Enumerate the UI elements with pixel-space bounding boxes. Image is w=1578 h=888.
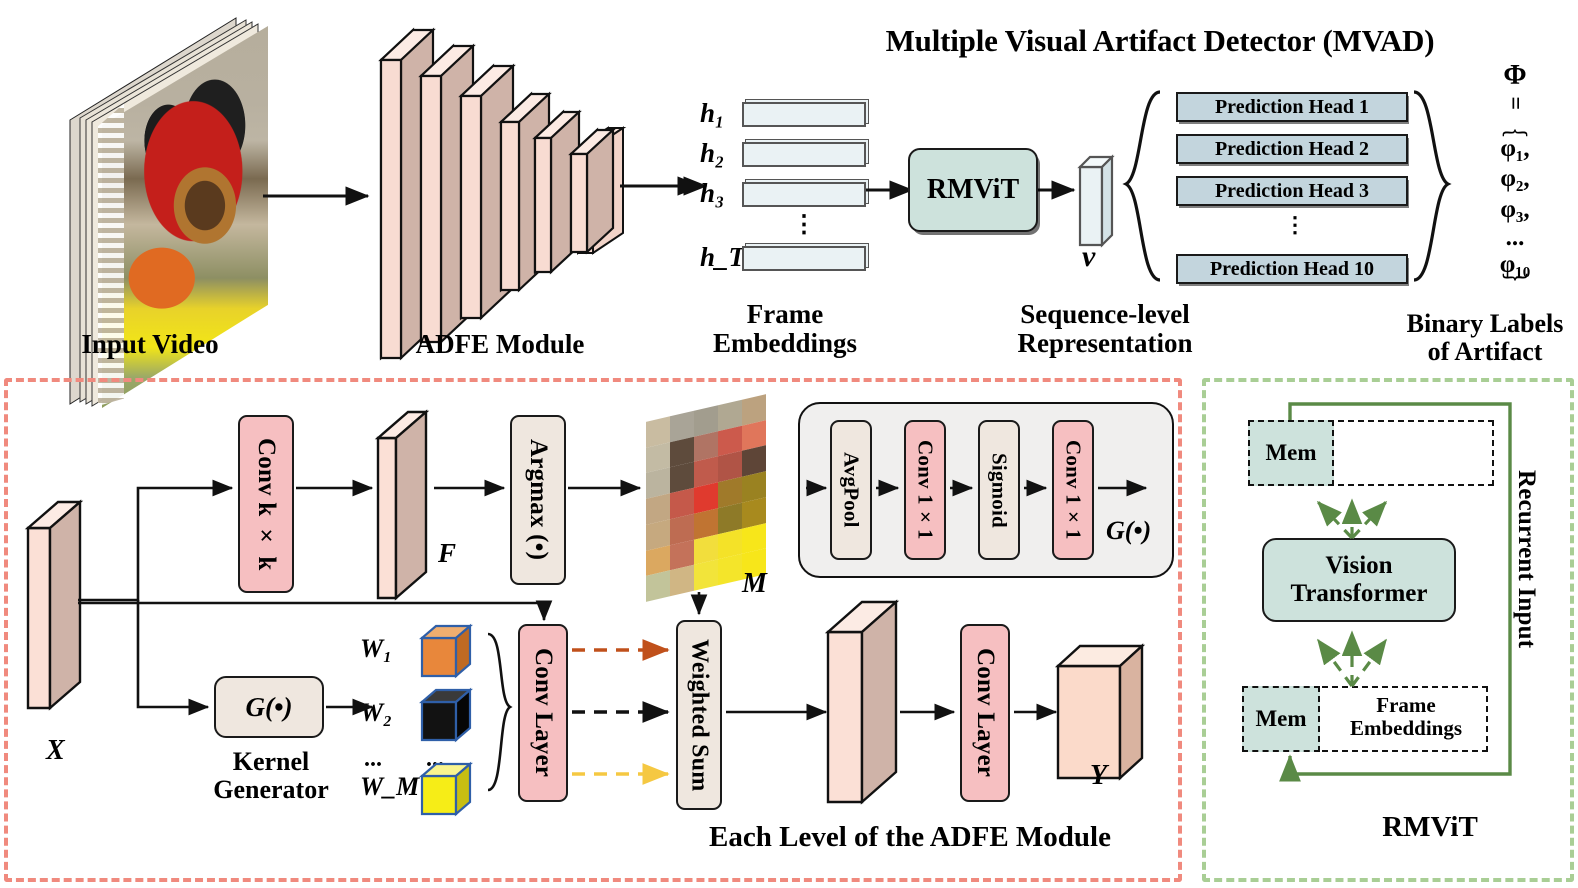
page-title: Multiple Visual Artifact Detector (MVAD)	[885, 23, 1435, 58]
embedding-bar-3	[742, 182, 866, 207]
embedding-bar-T	[742, 246, 866, 271]
embedding-label-h2: h₂	[700, 138, 725, 168]
embedding-bar-1	[742, 102, 866, 127]
prediction-heads-ellipsis: ⋮	[1284, 212, 1306, 237]
g-stage-conv1x1-b[interactable]: Conv 1×1	[1052, 420, 1094, 560]
prediction-head-1-label: Prediction Head 1	[1214, 95, 1370, 118]
conv-kxk-label: Conv k × k	[253, 437, 280, 571]
equals-symbol: =	[1502, 96, 1529, 111]
embedding-label-h3: h₃	[700, 178, 725, 208]
g-stage-avgpool-label: AvgPool	[839, 452, 864, 528]
frame-embeddings-group: h₁ h₂ h₃ ⋮ h_T	[700, 92, 870, 292]
adfe-midfeature-slab	[820, 590, 950, 820]
mask-cell	[694, 559, 718, 591]
recurrent-input-text: Recurrent Input	[1513, 470, 1540, 649]
embedding-bar-2	[742, 142, 866, 167]
g-stage-conv1x1-b-label: Conv 1×1	[1061, 440, 1086, 540]
rmvit-box-label: RMViT	[926, 174, 1020, 205]
adfe-output-cube	[1050, 640, 1170, 810]
g-stage-conv1x1-a-label: Conv 1×1	[913, 440, 938, 540]
binary-labels-group: Φ = ︷ φ₁, φ₂, φ₃, ... φ₁₀ ︸	[1460, 62, 1570, 302]
rmvit-box[interactable]: RMViT	[908, 148, 1038, 232]
conv-layer-1-label: Conv Layer	[530, 648, 557, 778]
adfe-module-label: ADFE Module	[415, 329, 585, 359]
argmax-label: Argmax (•)	[525, 439, 552, 561]
g-stage-sigmoid-label: Sigmoid	[987, 452, 1012, 528]
prediction-head-3-label: Prediction Head 3	[1214, 179, 1370, 202]
vision-transformer-box[interactable]: Vision Transformer	[1262, 538, 1456, 622]
adfe-panel-caption: Each Level of the ADFE Module	[709, 821, 1111, 853]
weight-label-w1: W₁	[360, 634, 393, 663]
g-stage-avgpool[interactable]: AvgPool	[830, 420, 872, 560]
conv-layer-box-2[interactable]: Conv Layer	[960, 624, 1010, 802]
rmvit-mem-top-box: Mem	[1248, 420, 1334, 486]
prediction-head-3[interactable]: Prediction Head 3	[1176, 176, 1408, 206]
vision-transformer-label: Vision Transformer	[1290, 552, 1428, 607]
input-video-label: Input Video	[81, 329, 219, 359]
weight-label-wm: W_M	[360, 772, 420, 801]
phi-ellipsis: ...	[1505, 224, 1525, 252]
conv-kxk-box[interactable]: Conv k × k	[238, 415, 294, 593]
prediction-head-2-label: Prediction Head 2	[1214, 137, 1370, 160]
prediction-head-10-label: Prediction Head 10	[1209, 257, 1375, 280]
weight-ellipsis-label: ...	[364, 746, 382, 772]
kernel-generator-g-label: G(•)	[245, 691, 293, 722]
weight-label-w2: W₂	[360, 698, 393, 727]
mask-cell	[670, 565, 694, 597]
adfe-feature-label: F	[438, 538, 457, 568]
prediction-head-2[interactable]: Prediction Head 2	[1176, 134, 1408, 164]
prediction-head-1[interactable]: Prediction Head 1	[1176, 92, 1408, 122]
conv-layer-box-1[interactable]: Conv Layer	[518, 624, 568, 802]
weight-cubes-group: W₁ W₂ ... ... W_M	[360, 620, 520, 817]
g-function-module: AvgPool Conv 1×1 Sigmoid Conv 1×1 G(•)	[798, 402, 1174, 578]
prediction-heads-group: Prediction Head 1 Prediction Head 2 Pred…	[1176, 92, 1408, 286]
sequence-representation-caption: Sequence-level Representation	[1017, 299, 1193, 359]
embedding-label-h1: h₁	[700, 98, 725, 128]
phi-item-3: φ₃,	[1500, 195, 1530, 223]
kernel-generator-box[interactable]: G(•)	[214, 676, 324, 738]
mask-cell	[718, 553, 742, 586]
sequence-vector-label: v	[1082, 240, 1096, 273]
brace-bottom-icon: ︸	[1501, 272, 1528, 302]
adfe-module-pyramid	[375, 10, 635, 361]
rmvit-frame-embeddings-label: Frame Embeddings	[1349, 693, 1463, 741]
adfe-feature-slab	[370, 400, 480, 615]
prediction-head-10[interactable]: Prediction Head 10	[1176, 254, 1408, 284]
rmvit-memory-top: Mem	[1248, 420, 1494, 486]
mask-grid-label: M	[742, 568, 767, 599]
mask-cell	[646, 570, 670, 602]
adfe-output-label: Y	[1090, 760, 1108, 791]
recurrent-input-label: Recurrent Input	[1512, 470, 1552, 653]
frame-embeddings-label: Frame Embeddings	[712, 299, 858, 359]
adfe-input-label: X	[46, 735, 65, 766]
binary-labels-caption: Binary Labels of Artifact	[1406, 309, 1564, 366]
g-stage-sigmoid[interactable]: Sigmoid	[978, 420, 1020, 560]
rmvit-mem-bottom-label: Mem	[1255, 706, 1307, 731]
rmvit-memory-bottom: Mem Frame Embeddings	[1242, 686, 1488, 752]
adfe-input-slab	[20, 480, 130, 720]
weighted-sum-label: Weighted Sum	[686, 638, 713, 792]
conv-layer-2-label: Conv Layer	[972, 648, 999, 778]
embedding-label-hT: h_T	[700, 242, 746, 272]
weighted-sum-box[interactable]: Weighted Sum	[676, 620, 722, 810]
argmax-box[interactable]: Argmax (•)	[510, 415, 566, 585]
rmvit-mem-top-label: Mem	[1265, 440, 1317, 465]
rmvit-mem-bottom-box: Mem	[1242, 686, 1320, 752]
kernel-generator-caption: Kernel Generator	[213, 747, 329, 805]
phi-item-2: φ₂,	[1500, 165, 1530, 193]
g-stage-conv1x1-a[interactable]: Conv 1×1	[904, 420, 946, 560]
rmvit-panel-caption: RMViT	[1382, 811, 1478, 843]
g-module-label: G(•)	[1106, 516, 1152, 545]
embedding-ellipsis: ⋮	[792, 212, 816, 238]
